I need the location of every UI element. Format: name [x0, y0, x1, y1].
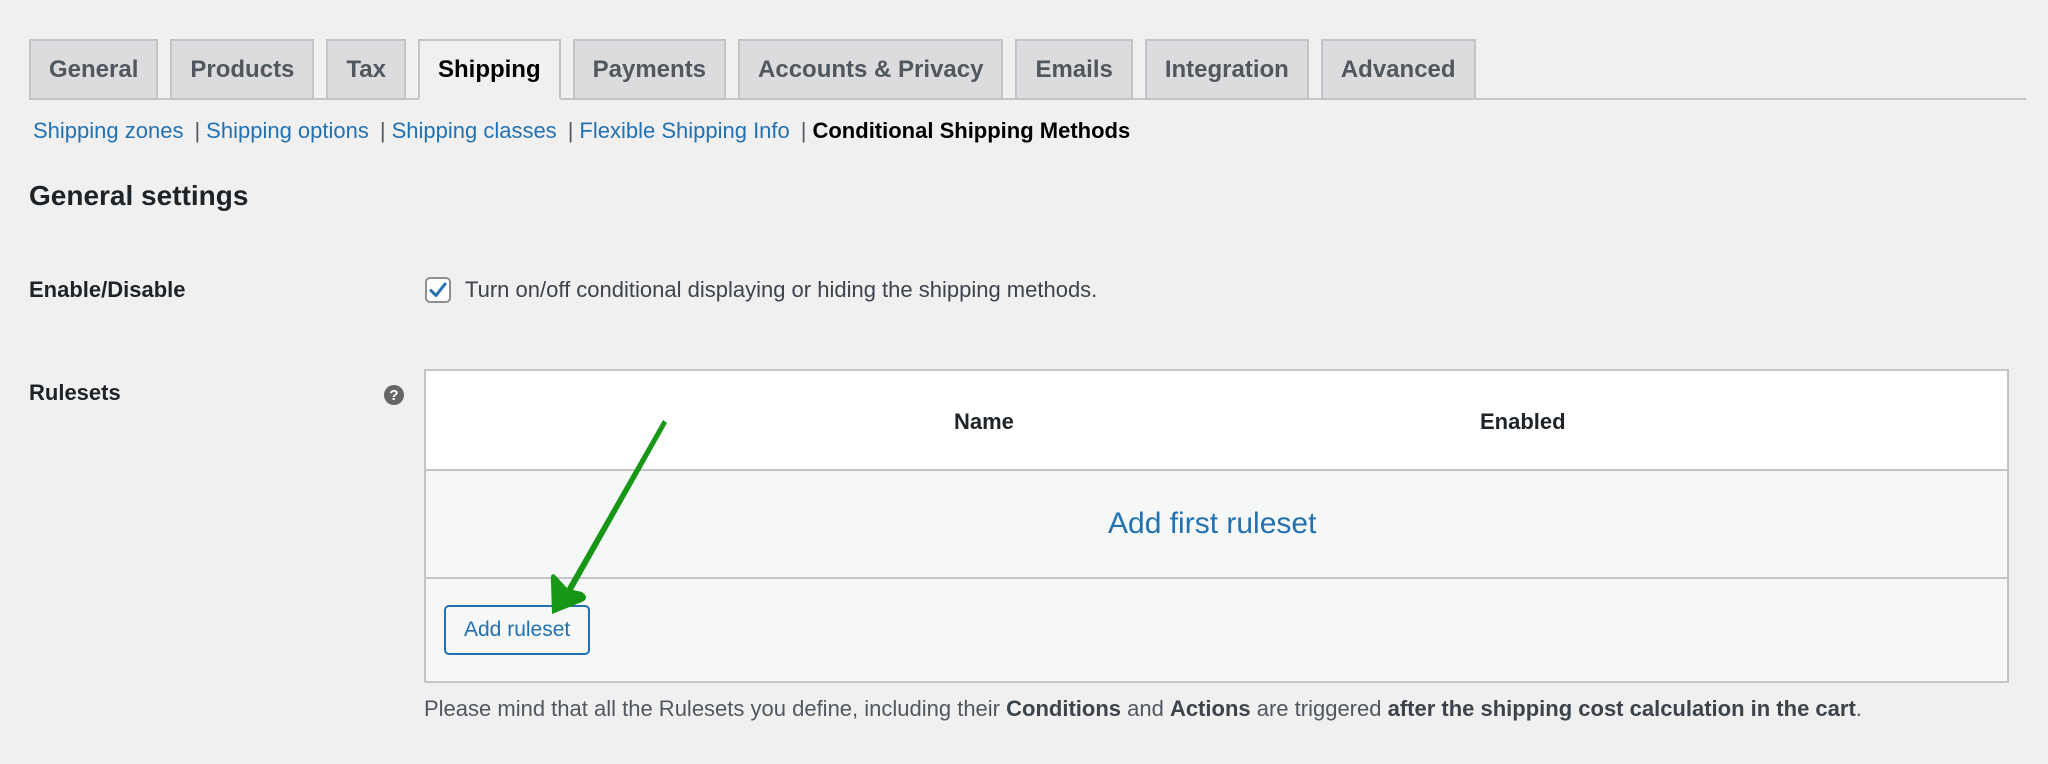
table-footer: Add ruleset	[426, 579, 2007, 679]
tab-shipping[interactable]: Shipping	[417, 39, 561, 100]
tab-tax[interactable]: Tax	[326, 39, 406, 98]
subnav-shipping-options[interactable]: Shipping options	[206, 118, 369, 144]
rulesets-table: Name Enabled Add first ruleset Add rules…	[424, 369, 2009, 683]
enable-description: Turn on/off conditional displaying or hi…	[465, 277, 1098, 302]
rulesets-note: Please mind that all the Rulesets you de…	[424, 696, 1862, 722]
shipping-subnav: Shipping zones | Shipping options | Ship…	[33, 118, 1130, 144]
subnav-conditional-shipping-methods: Conditional Shipping Methods	[812, 118, 1131, 143]
note-text: .	[1855, 696, 1862, 721]
settings-page: General Products Tax Shipping Payments A…	[0, 0, 2048, 764]
checkmark-icon	[429, 282, 447, 297]
subnav-separator: |	[800, 118, 807, 143]
table-header: Name Enabled	[426, 371, 2007, 471]
note-text: and	[1121, 696, 1170, 721]
tab-integration[interactable]: Integration	[1144, 39, 1309, 98]
note-text: are triggered	[1250, 696, 1388, 721]
settings-tabs: General Products Tax Shipping Payments A…	[29, 39, 2026, 100]
tab-payments[interactable]: Payments	[572, 39, 727, 98]
tab-general[interactable]: General	[29, 39, 159, 98]
subnav-separator: |	[567, 118, 574, 143]
note-bold-actions: Actions	[1169, 696, 1251, 721]
enable-checkbox[interactable]	[425, 277, 451, 303]
subnav-separator: |	[194, 118, 201, 143]
subnav-flexible-shipping-info[interactable]: Flexible Shipping Info	[579, 118, 789, 144]
tab-emails[interactable]: Emails	[1015, 39, 1133, 98]
note-bold-conditions: Conditions	[1006, 696, 1121, 721]
column-header-enabled: Enabled	[1480, 409, 1566, 434]
column-header-name: Name	[954, 409, 1014, 434]
add-ruleset-button[interactable]: Add ruleset	[444, 605, 591, 655]
section-title: General settings	[29, 180, 249, 211]
subnav-separator: |	[379, 118, 386, 143]
tab-accounts-privacy[interactable]: Accounts & Privacy	[738, 39, 1004, 98]
tab-advanced[interactable]: Advanced	[1320, 39, 1476, 98]
add-first-ruleset-link[interactable]: Add first ruleset	[1108, 507, 1316, 541]
empty-state-row: Add first ruleset	[426, 471, 2007, 579]
note-text: Please mind that all the Rulesets you de…	[424, 696, 1007, 721]
enable-disable-label: Enable/Disable	[29, 277, 186, 302]
tab-products[interactable]: Products	[170, 39, 315, 98]
help-icon[interactable]: ?	[384, 385, 404, 405]
rulesets-label: Rulesets	[29, 380, 121, 405]
note-bold-after-calculation: after the shipping cost calculation in t…	[1387, 696, 1856, 721]
subnav-shipping-classes[interactable]: Shipping classes	[392, 118, 557, 144]
subnav-shipping-zones[interactable]: Shipping zones	[33, 118, 183, 144]
